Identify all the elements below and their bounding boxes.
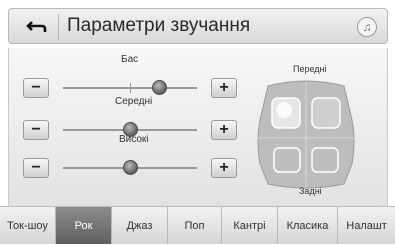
back-button[interactable]	[15, 14, 59, 40]
tab-rock[interactable]: Рок	[56, 207, 112, 244]
tab-talk-show[interactable]: Ток-шоу	[0, 207, 56, 244]
mid-plus-button[interactable]: +	[211, 120, 237, 140]
tab-pop[interactable]: Поп	[168, 207, 222, 244]
tab-classic[interactable]: Класика	[278, 207, 338, 244]
settings-panel: Бас − + Середні − + Високі − + Передні З…	[8, 48, 388, 206]
bass-slider-row: Бас − +	[23, 54, 237, 98]
sound-settings-screen: Параметри звучання ♫ Бас − + Середні − +…	[0, 0, 395, 246]
treble-label: Високі	[119, 134, 149, 145]
treble-slider-knob[interactable]	[122, 160, 138, 175]
car-fader-diagram[interactable]	[254, 80, 358, 190]
bass-minus-button[interactable]: −	[23, 78, 49, 98]
treble-minus-button[interactable]: −	[23, 158, 49, 178]
mid-minus-button[interactable]: −	[23, 120, 49, 140]
back-arrow-icon	[25, 21, 46, 32]
tab-country[interactable]: Кантрі	[222, 207, 278, 244]
equalizer-preset-tabs: Ток-шоу Рок Джаз Поп Кантрі Класика Нала…	[0, 206, 395, 244]
treble-slider-row: Високі − +	[23, 134, 237, 178]
header-bar: Параметри звучання ♫	[8, 8, 388, 44]
treble-plus-button[interactable]: +	[211, 158, 237, 178]
music-note-icon[interactable]: ♫	[357, 17, 377, 37]
tab-jazz[interactable]: Джаз	[112, 207, 168, 244]
tab-custom[interactable]: Налашт	[338, 207, 395, 244]
rear-label: Задні	[299, 186, 322, 196]
bass-slider-tick	[130, 83, 131, 93]
page-title: Параметри звучання	[67, 15, 251, 36]
front-left-seat-icon	[271, 97, 301, 129]
mid-label: Середні	[115, 96, 153, 107]
front-right-seat-icon	[311, 97, 341, 129]
bass-label: Бас	[121, 54, 139, 65]
bass-plus-button[interactable]: +	[211, 78, 237, 98]
bass-slider-knob[interactable]	[151, 80, 167, 95]
front-label: Передні	[293, 64, 327, 74]
